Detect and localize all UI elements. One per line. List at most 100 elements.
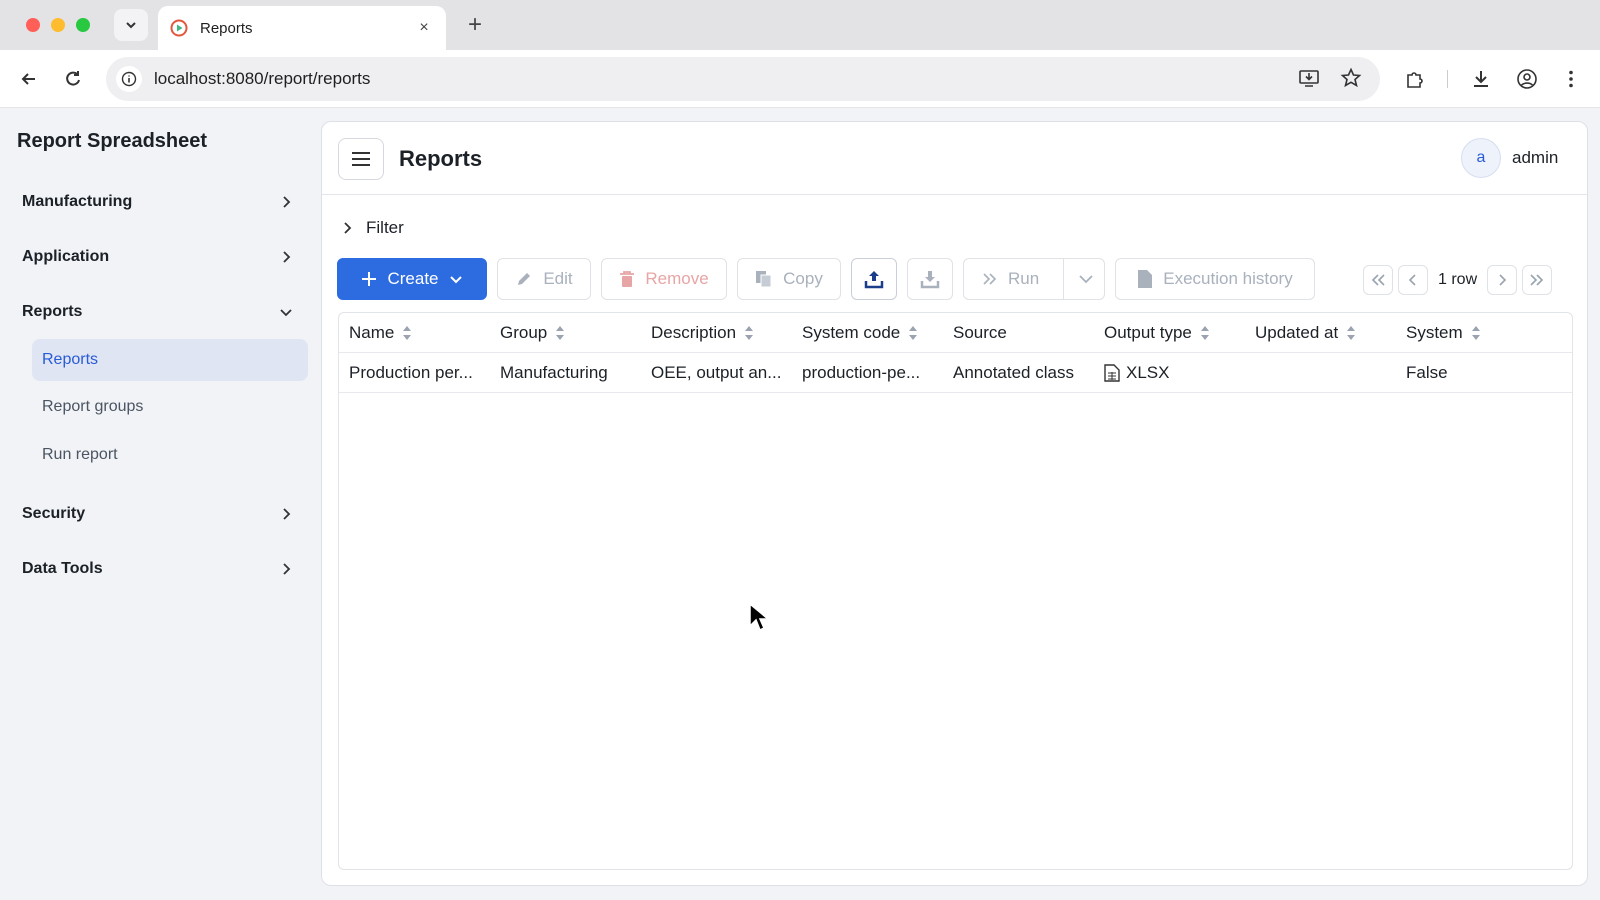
sort-icon[interactable] xyxy=(1471,325,1481,341)
column-header-group[interactable]: Group xyxy=(490,313,641,353)
output-type-text: XLSX xyxy=(1126,363,1170,382)
main-header: Reports a admin xyxy=(322,122,1587,195)
column-header-updated-at[interactable]: Updated at xyxy=(1245,313,1396,353)
column-header-system-code[interactable]: System code xyxy=(792,313,943,353)
edit-label: Edit xyxy=(543,269,573,288)
cell-system: False xyxy=(1406,363,1448,382)
sort-icon[interactable] xyxy=(1200,325,1210,341)
cell-group: Manufacturing xyxy=(500,363,608,382)
app-root: Report Spreadsheet Manufacturing Applica… xyxy=(0,108,1600,900)
first-page-button[interactable] xyxy=(1363,265,1393,295)
upload-button[interactable] xyxy=(851,258,897,300)
create-button[interactable]: Create xyxy=(337,258,487,300)
chevron-down-icon xyxy=(280,309,292,317)
puzzle-icon xyxy=(1407,72,1423,88)
sidebar-group-label: Security xyxy=(22,505,86,522)
filter-toggle[interactable]: Filter xyxy=(340,218,404,238)
reload-button[interactable] xyxy=(58,64,88,94)
double-chevron-right-icon xyxy=(1530,274,1544,286)
install-app-icon[interactable] xyxy=(1298,67,1320,89)
sort-icon[interactable] xyxy=(555,325,565,341)
spreadsheet-file-icon xyxy=(1104,364,1120,382)
address-bar[interactable]: localhost:8080/report/reports xyxy=(106,57,1380,101)
new-tab-button[interactable]: + xyxy=(460,10,490,40)
reports-table: Name Group Description System code Sourc… xyxy=(338,312,1573,870)
browser-tab-reports[interactable]: Reports × xyxy=(158,6,446,50)
sort-icon[interactable] xyxy=(402,325,412,341)
sort-icon[interactable] xyxy=(1346,325,1356,341)
sidebar-group-security[interactable]: Security xyxy=(22,496,294,532)
table-row[interactable]: Production per... Manufacturing OEE, out… xyxy=(339,353,1572,393)
extensions-button[interactable] xyxy=(1400,64,1430,94)
maximize-window-button[interactable] xyxy=(76,18,90,32)
user-avatar[interactable]: a xyxy=(1461,138,1501,178)
upload-icon xyxy=(864,271,884,289)
cell-output-type: XLSX xyxy=(1094,353,1245,393)
copy-button[interactable]: Copy xyxy=(737,258,841,300)
copy-icon xyxy=(756,271,772,288)
sidebar-item-reports[interactable]: Reports xyxy=(32,339,308,381)
last-page-button[interactable] xyxy=(1522,265,1553,295)
sidebar-item-run-report[interactable]: Run report xyxy=(32,434,308,476)
chevron-left-icon xyxy=(1408,274,1416,286)
column-header-source[interactable]: Source xyxy=(943,313,1094,353)
filter-label: Filter xyxy=(366,218,404,237)
sidebar-group-reports[interactable]: Reports xyxy=(22,294,294,330)
toggle-sidebar-button[interactable] xyxy=(338,138,384,180)
cell-name: Production per... xyxy=(349,363,473,382)
column-header-description[interactable]: Description xyxy=(641,313,792,353)
app-favicon-icon xyxy=(170,19,188,37)
mouse-cursor-icon xyxy=(749,602,770,632)
close-window-button[interactable] xyxy=(26,18,40,32)
minimize-window-button[interactable] xyxy=(51,18,65,32)
remove-label: Remove xyxy=(645,269,709,288)
edit-button[interactable]: Edit xyxy=(497,258,591,300)
browser-menu-button[interactable] xyxy=(1556,64,1586,94)
column-header-output-type[interactable]: Output type xyxy=(1094,313,1245,353)
column-header-name[interactable]: Name xyxy=(339,313,490,353)
double-chevron-right-icon[interactable] xyxy=(982,272,998,286)
arrow-left-icon xyxy=(21,73,35,85)
next-page-button[interactable] xyxy=(1487,265,1518,295)
column-header-system[interactable]: System xyxy=(1396,313,1572,353)
chevron-down-icon[interactable] xyxy=(1078,272,1094,286)
run-button-group: Run xyxy=(963,258,1105,300)
sort-icon[interactable] xyxy=(744,325,754,341)
bookmark-star-icon[interactable] xyxy=(1340,67,1362,89)
username[interactable]: admin xyxy=(1512,148,1558,168)
run-label[interactable]: Run xyxy=(1008,269,1039,289)
remove-button[interactable]: Remove xyxy=(601,258,727,300)
browser-titlebar: Reports × + xyxy=(0,0,1600,50)
sort-icon[interactable] xyxy=(908,325,918,341)
site-info-icon[interactable] xyxy=(116,66,142,92)
tab-search-button[interactable] xyxy=(114,9,148,41)
back-button[interactable] xyxy=(14,64,44,94)
downloads-button[interactable] xyxy=(1466,64,1496,94)
sidebar-group-application[interactable]: Application xyxy=(22,239,294,275)
cell-source: Annotated class xyxy=(953,363,1074,382)
download-icon xyxy=(920,271,940,289)
chevron-right-icon xyxy=(283,508,291,520)
sidebar-group-manufacturing[interactable]: Manufacturing xyxy=(22,184,294,220)
kebab-menu-icon xyxy=(1569,70,1573,88)
tab-close-button[interactable]: × xyxy=(414,19,434,37)
execution-history-button[interactable]: Execution history xyxy=(1115,258,1315,300)
cell-system-code: production-pe... xyxy=(802,363,921,382)
double-chevron-left-icon xyxy=(1371,274,1385,286)
hamburger-menu-icon xyxy=(352,152,370,166)
chevron-right-icon xyxy=(283,196,291,208)
table-header: Name Group Description System code Sourc… xyxy=(339,313,1572,353)
chevron-right-icon xyxy=(283,251,291,263)
pencil-icon xyxy=(518,273,531,285)
prev-page-button[interactable] xyxy=(1398,265,1428,295)
sidebar-group-label: Data Tools xyxy=(22,560,103,577)
sidebar-group-data-tools[interactable]: Data Tools xyxy=(22,551,294,587)
page-title: Reports xyxy=(399,146,483,171)
profile-button[interactable] xyxy=(1512,64,1542,94)
plus-icon xyxy=(362,272,377,286)
chevron-down-icon xyxy=(449,276,462,284)
tab-title: Reports xyxy=(200,19,253,37)
download-button[interactable] xyxy=(907,258,953,300)
sidebar-item-report-groups[interactable]: Report groups xyxy=(32,386,308,428)
reload-icon xyxy=(66,71,80,86)
